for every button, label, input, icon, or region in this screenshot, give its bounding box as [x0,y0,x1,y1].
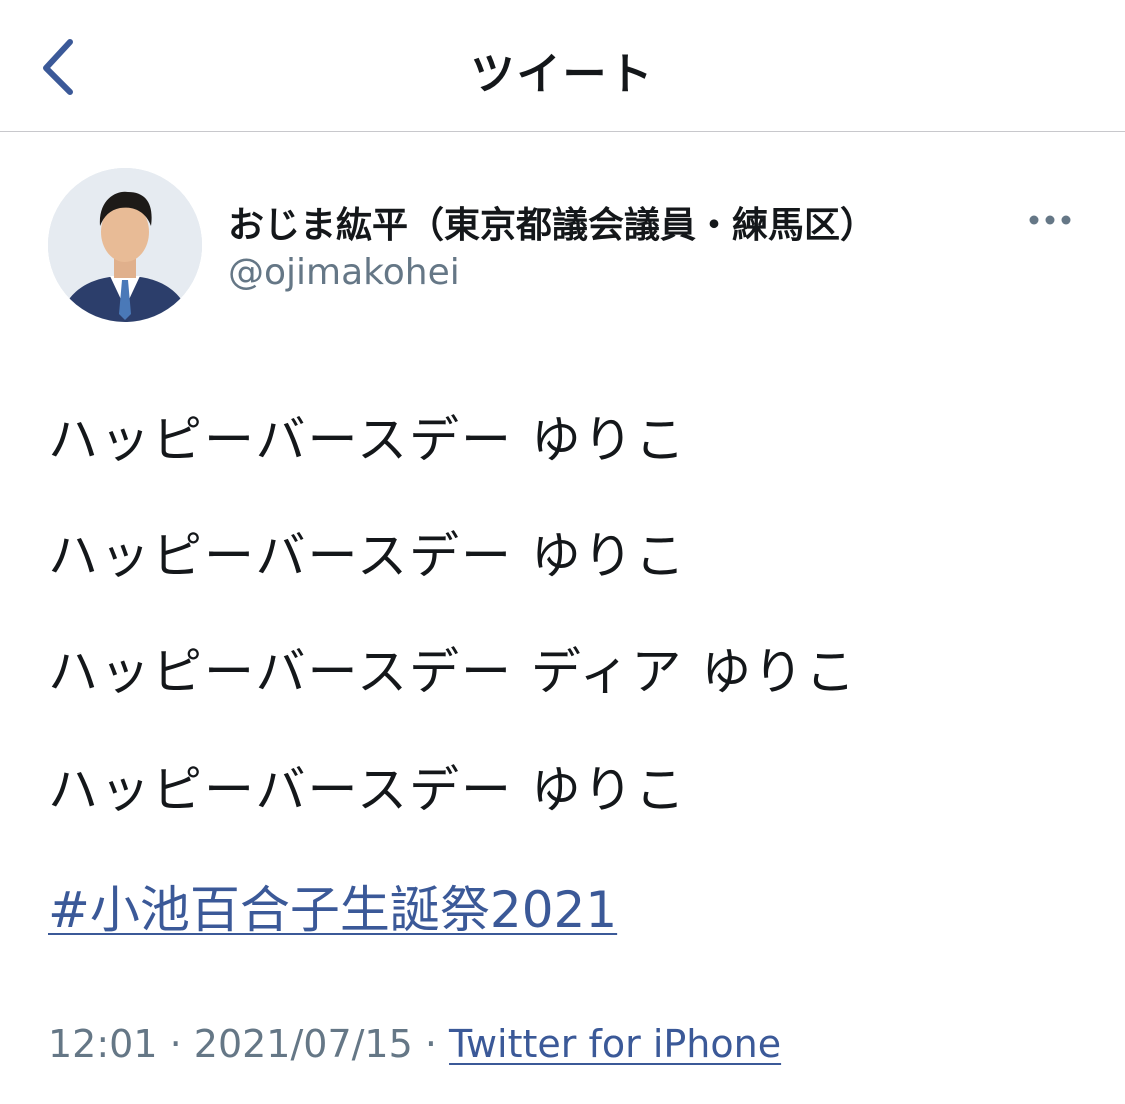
tweet-metadata: 12:01 · 2021/07/15 · Twitter for iPhone [48,1022,781,1066]
tweet-text-line: ハッピーバースデー ゆりこ [48,411,687,469]
tweet-text-line: ハッピーバースデー ゆりこ [48,761,687,819]
meta-separator: · [157,1022,194,1066]
hashtag-link[interactable]: #小池百合子生誕祭2021 [48,870,617,942]
ellipsis-icon [1029,215,1071,225]
tweet-date: 2021/07/15 [193,1022,413,1066]
source-link[interactable]: Twitter for iPhone [449,1022,781,1066]
more-options-button[interactable] [1020,200,1080,240]
tweet-text-line: ハッピーバースデー ゆりこ [48,527,687,585]
author-handle[interactable]: @ojimakohei [228,252,460,293]
profile-photo [48,168,202,322]
avatar[interactable] [48,168,202,322]
tweet-text-line: ハッピーバースデー ディア ゆりこ [48,643,858,701]
page-title: ツイート [470,49,655,100]
author-display-name[interactable]: おじま紘平（東京都議会議員・練馬区） [228,196,876,248]
tweet-time: 12:01 [48,1022,158,1066]
navigation-bar: ツイート [0,0,1125,132]
meta-separator: · [412,1022,450,1066]
